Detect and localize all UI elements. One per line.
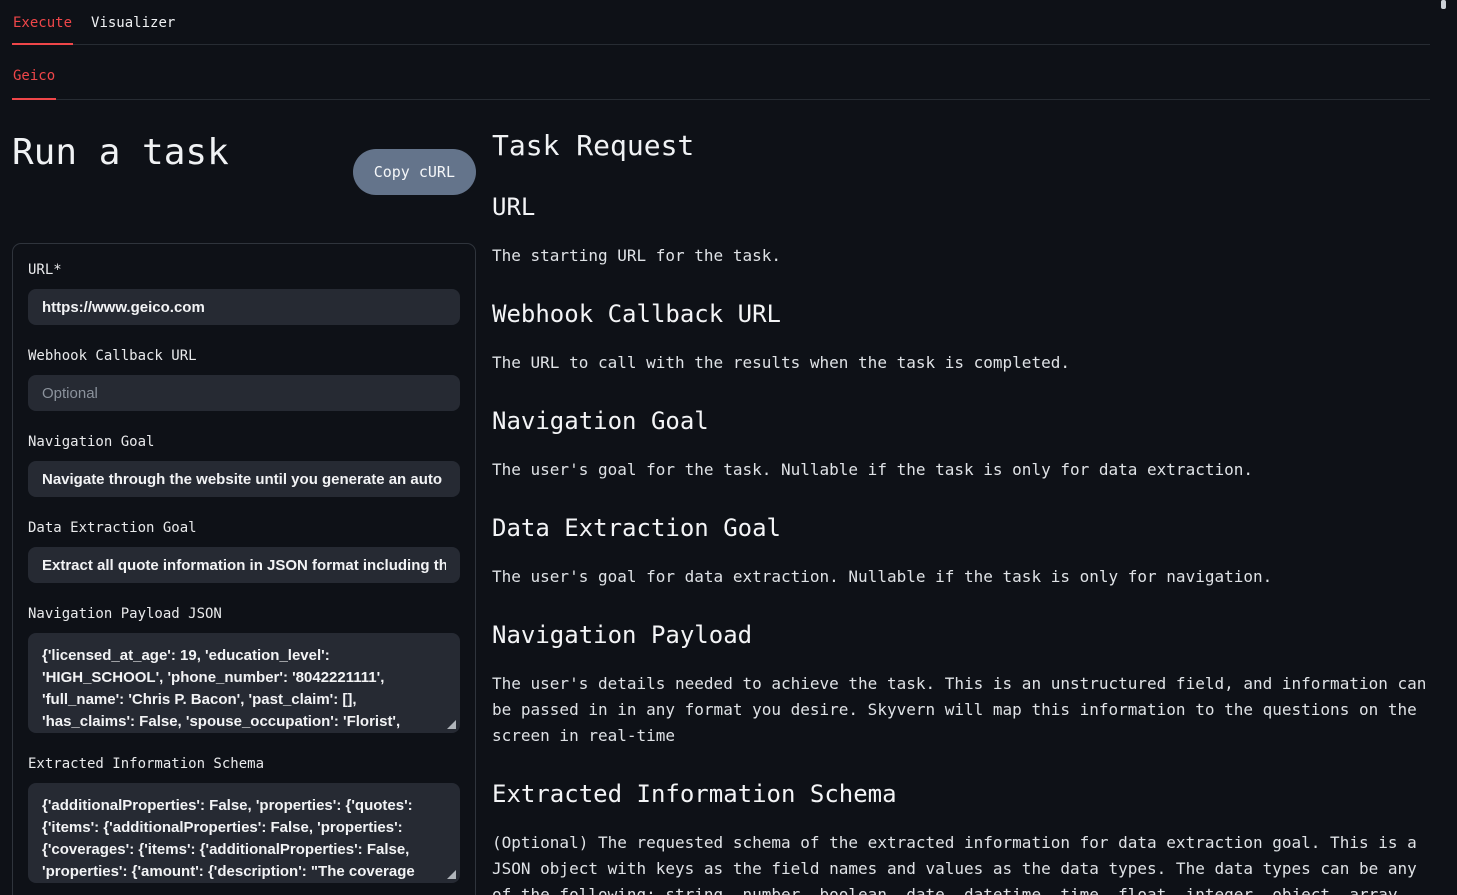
resize-handle-icon[interactable] (447, 720, 456, 729)
data-extraction-goal-input[interactable] (28, 547, 460, 583)
main-tabbar: Execute Visualizer (12, 0, 1430, 45)
doc-heading-extracted-schema: Extracted Information Schema (492, 780, 1432, 808)
doc-heading-data-extraction-goal: Data Extraction Goal (492, 514, 1432, 542)
doc-body-navigation-payload: The user's details needed to achieve the… (492, 671, 1432, 749)
navigation-goal-label: Navigation Goal (28, 434, 460, 450)
doc-heading-url: URL (492, 193, 1432, 221)
tab-visualizer[interactable]: Visualizer (90, 0, 176, 45)
task-request-docs: Task Request URL The starting URL for th… (492, 100, 1432, 895)
extracted-schema-wrap: {'additionalProperties': False, 'propert… (28, 783, 460, 883)
doc-body-data-extraction-goal: The user's goal for data extraction. Nul… (492, 564, 1432, 590)
tab-execute[interactable]: Execute (12, 0, 73, 45)
webhook-url-label: Webhook Callback URL (28, 348, 460, 364)
doc-heading-navigation-goal: Navigation Goal (492, 407, 1432, 435)
task-tabbar: Geico (12, 45, 1430, 100)
scrollbar-thumb[interactable] (1441, 0, 1446, 9)
resize-handle-icon[interactable] (447, 870, 456, 879)
navigation-payload-label: Navigation Payload JSON (28, 606, 460, 622)
doc-heading-navigation-payload: Navigation Payload (492, 621, 1432, 649)
doc-body-extracted-schema: (Optional) The requested schema of the e… (492, 830, 1432, 895)
doc-body-navigation-goal: The user's goal for the task. Nullable i… (492, 457, 1432, 483)
doc-body-webhook: The URL to call with the results when th… (492, 350, 1432, 376)
data-extraction-goal-label: Data Extraction Goal (28, 520, 460, 536)
doc-body-url: The starting URL for the task. (492, 243, 1432, 269)
run-task-header: Run a task Copy cURL (12, 130, 476, 224)
run-task-panel: Run a task Copy cURL URL* Webhook Callba… (12, 100, 476, 895)
main-content: Run a task Copy cURL URL* Webhook Callba… (0, 100, 1457, 895)
task-form-card: URL* Webhook Callback URL Navigation Goa… (12, 243, 476, 895)
copy-curl-button[interactable]: Copy cURL (353, 149, 476, 195)
url-label: URL* (28, 262, 460, 278)
extracted-schema-textarea[interactable]: {'additionalProperties': False, 'propert… (28, 783, 460, 883)
navigation-payload-wrap: {'licensed_at_age': 19, 'education_level… (28, 633, 460, 733)
tab-geico[interactable]: Geico (12, 45, 56, 100)
doc-heading-webhook: Webhook Callback URL (492, 300, 1432, 328)
extracted-schema-label: Extracted Information Schema (28, 756, 460, 772)
url-input[interactable] (28, 289, 460, 325)
navigation-payload-textarea[interactable]: {'licensed_at_age': 19, 'education_level… (28, 633, 460, 733)
webhook-url-input[interactable] (28, 375, 460, 411)
navigation-goal-input[interactable] (28, 461, 460, 497)
docs-title: Task Request (492, 129, 1432, 162)
